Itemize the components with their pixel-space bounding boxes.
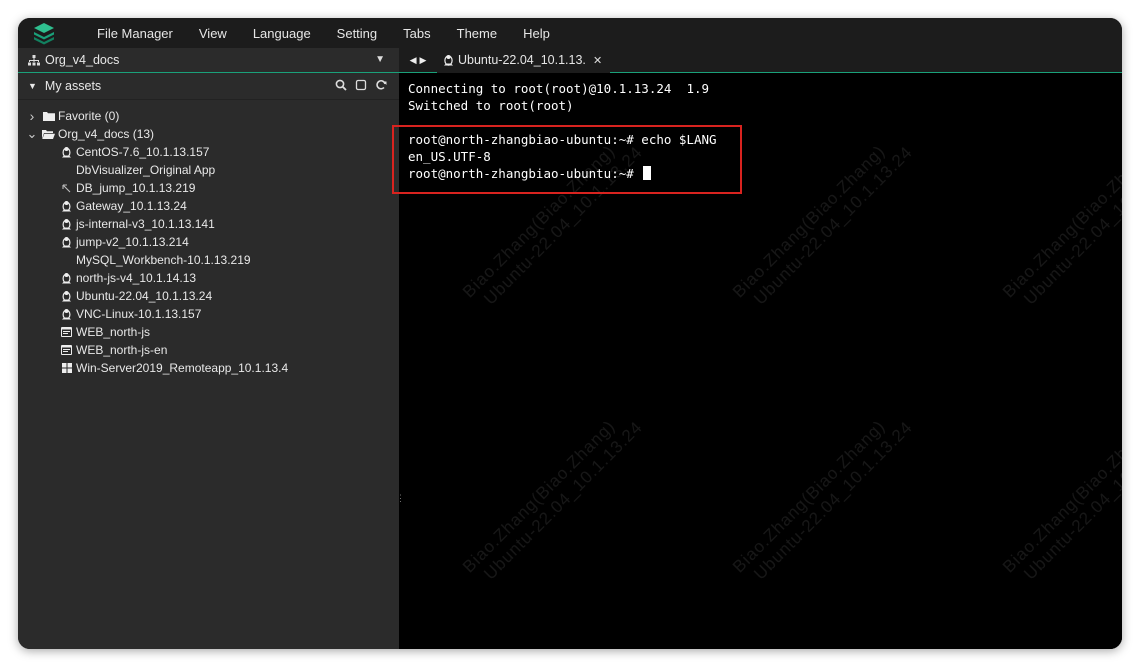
tree-asset-node[interactable]: Gateway_10.1.13.24 [18, 197, 399, 215]
app-window: File Manager View Language Setting Tabs … [18, 18, 1122, 649]
chevron-right-icon[interactable]: › [26, 109, 38, 123]
sitemap-icon [28, 54, 40, 66]
watermark-asset: Ubuntu-22.04_10.1.13.24 [480, 417, 647, 584]
tree-asset-node[interactable]: DB_jump_10.1.13.219 [18, 179, 399, 197]
tab-bar: ◀ ▶ Ubuntu-22.04_10.1.13.24 ✕ [399, 47, 1122, 73]
menu-theme[interactable]: Theme [444, 26, 510, 41]
watermark-asset: Ubuntu-22.04_10.1.13.24 [750, 142, 917, 309]
assets-toolbar [335, 79, 387, 91]
web-icon [60, 326, 73, 339]
menu-file-manager[interactable]: File Manager [84, 26, 186, 41]
terminal-line: Connecting to root(root)@10.1.13.24 1.9 [408, 81, 710, 96]
highlight-annotation [392, 125, 742, 194]
tree-node-label: js-internal-v3_10.1.13.141 [76, 217, 215, 231]
tree-node-label: Org_v4_docs (13) [58, 127, 155, 141]
watermark: Biao.Zhang(Biao.Zhang) Ubuntu-22.04_10.1.… [459, 403, 647, 591]
tab-title: Ubuntu-22.04_10.1.13.24 [458, 53, 585, 67]
app-logo-icon [30, 19, 58, 47]
tree-node-label: VNC-Linux-10.1.13.157 [76, 307, 202, 321]
assets-header[interactable]: ▼ My assets [18, 73, 399, 100]
linux-icon [60, 236, 73, 249]
tree-asset-node[interactable]: js-internal-v3_10.1.13.141 [18, 215, 399, 233]
tab-ubuntu-session[interactable]: Ubuntu-22.04_10.1.13.24 ✕ [437, 47, 611, 73]
linux-icon [60, 146, 73, 159]
tree-node-label: Gateway_10.1.13.24 [76, 199, 187, 213]
tab-scroll-arrows: ◀ ▶ [399, 55, 437, 66]
menu-help[interactable]: Help [510, 26, 563, 41]
web-icon [60, 344, 73, 357]
db-icon [60, 182, 73, 195]
caret-down-icon[interactable]: ▼ [375, 54, 385, 65]
tree-node-label: DB_jump_10.1.13.219 [76, 181, 196, 195]
tree-asset-node[interactable]: jump-v2_10.1.13.214 [18, 233, 399, 251]
refresh-icon[interactable] [375, 79, 387, 91]
square-icon[interactable] [355, 79, 367, 91]
linux-icon [60, 200, 73, 213]
linux-icon [60, 308, 73, 321]
watermark-asset: Ubuntu-22.04_10.1.13.24 [1020, 417, 1122, 584]
folder-icon [42, 110, 55, 123]
tree-asset-node[interactable]: CentOS-7.6_10.1.13.157 [18, 143, 399, 161]
watermark-user: Biao.Zhang(Biao.Zhang) [999, 416, 1122, 577]
arrow-right-icon[interactable]: ▶ [420, 55, 427, 66]
menu-tabs[interactable]: Tabs [390, 26, 443, 41]
terminal-line: Switched to root(root) [408, 98, 574, 113]
close-icon[interactable]: ✕ [593, 54, 602, 67]
watermark: Biao.Zhang(Biao.Zhang) Ubuntu-22.04_10.1.… [999, 128, 1122, 316]
tree-asset-node[interactable]: Win-Server2019_Remoteapp_10.1.13.4 [18, 359, 399, 377]
watermark: Biao.Zhang(Biao.Zhang) Ubuntu-22.04_10.1.… [999, 403, 1122, 591]
chevron-down-icon[interactable]: ⌄ [26, 127, 38, 140]
caret-down-icon[interactable]: ▼ [28, 81, 37, 91]
tree-node-label: WEB_north-js-en [76, 343, 168, 357]
menu-view[interactable]: View [186, 26, 240, 41]
sidebar: Org_v4_docs ▼ ▼ My assets › Favorite (0) ⌄… [18, 48, 399, 649]
watermark-user: Biao.Zhang(Biao.Zhang) [729, 141, 889, 302]
tree-asset-node[interactable]: WEB_north-js [18, 323, 399, 341]
tree-asset-node[interactable]: DbVisualizer_Original App [18, 161, 399, 179]
tree-node-label: WEB_north-js [76, 325, 151, 339]
tree-folder-node[interactable]: ⌄ Org_v4_docs (13) [18, 125, 399, 143]
blank-icon [60, 164, 73, 177]
watermark: Biao.Zhang(Biao.Zhang) Ubuntu-22.04_10.1.… [729, 128, 917, 316]
watermark-user: Biao.Zhang(Biao.Zhang) [459, 416, 619, 577]
linux-icon [60, 218, 73, 231]
linux-icon [443, 54, 454, 66]
tree-node-label: DbVisualizer_Original App [76, 163, 216, 177]
watermark-user: Biao.Zhang(Biao.Zhang) [999, 141, 1122, 302]
blank-icon [60, 254, 73, 267]
tree-node-label: jump-v2_10.1.13.214 [76, 235, 189, 249]
menu-setting[interactable]: Setting [324, 26, 390, 41]
tree-asset-node[interactable]: WEB_north-js-en [18, 341, 399, 359]
linux-icon [60, 290, 73, 303]
windows-icon [60, 362, 73, 375]
org-selector-label: Org_v4_docs [45, 53, 120, 67]
arrow-left-icon[interactable]: ◀ [410, 55, 417, 66]
tree-node-label: Win-Server2019_Remoteapp_10.1.13.4 [76, 361, 289, 375]
tree-folder-node[interactable]: › Favorite (0) [18, 107, 399, 125]
watermark: Biao.Zhang(Biao.Zhang) Ubuntu-22.04_10.1.… [729, 403, 917, 591]
tree-asset-node[interactable]: Ubuntu-22.04_10.1.13.24 [18, 287, 399, 305]
watermark-user: Biao.Zhang(Biao.Zhang) [729, 416, 889, 577]
org-selector[interactable]: Org_v4_docs ▼ [18, 48, 399, 73]
tree-node-label: north-js-v4_10.1.14.13 [76, 271, 197, 285]
assets-header-label: My assets [44, 79, 102, 93]
pane-splitter[interactable]: ⋮ [396, 494, 405, 516]
asset-tree: › Favorite (0) ⌄ Org_v4_docs (13) CentOS-7.6… [18, 100, 399, 377]
watermark-asset: Ubuntu-22.04_10.1.13.24 [1020, 142, 1122, 309]
menu-bar: File Manager View Language Setting Tabs … [18, 18, 1122, 48]
tree-node-label: MySQL_Workbench-10.1.13.219 [76, 253, 251, 267]
tree-node-label: Ubuntu-22.04_10.1.13.24 [76, 289, 213, 303]
search-icon[interactable] [335, 79, 347, 91]
menu-language[interactable]: Language [240, 26, 324, 41]
folder-open-icon [42, 128, 55, 141]
tree-asset-node[interactable]: VNC-Linux-10.1.13.157 [18, 305, 399, 323]
tree-node-label: Favorite (0) [58, 109, 120, 123]
linux-icon [60, 272, 73, 285]
tree-asset-node[interactable]: MySQL_Workbench-10.1.13.219 [18, 251, 399, 269]
tree-asset-node[interactable]: north-js-v4_10.1.14.13 [18, 269, 399, 287]
watermark-asset: Ubuntu-22.04_10.1.13.24 [750, 417, 917, 584]
tree-node-label: CentOS-7.6_10.1.13.157 [76, 145, 210, 159]
